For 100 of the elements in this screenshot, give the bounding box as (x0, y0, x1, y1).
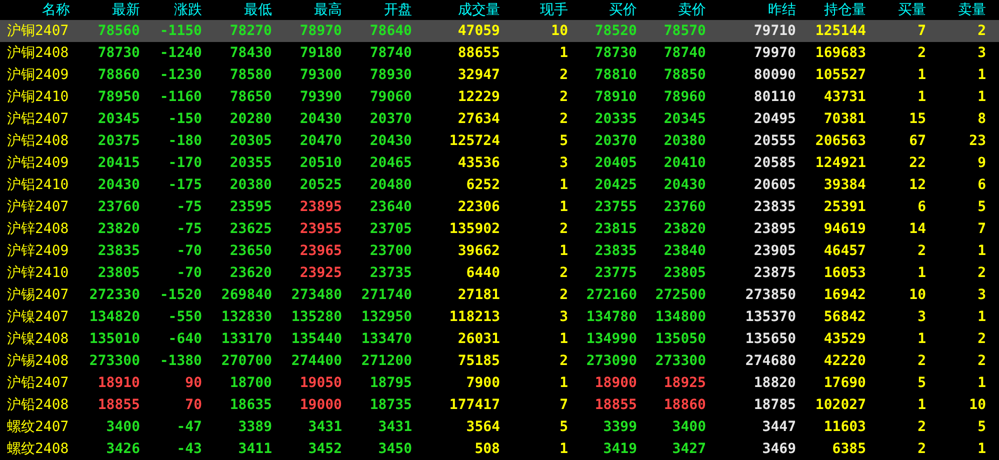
table-cell-text: 78430 (228, 46, 273, 60)
table-cell-text: 3431 (377, 420, 413, 434)
column-header[interactable]: 成交量 (414, 3, 502, 17)
table-cell-text: 3450 (377, 442, 413, 456)
table-cell-text: 78810 (594, 68, 638, 82)
column-header[interactable]: 最低 (204, 3, 274, 17)
table-cell-text: 23760 (96, 200, 141, 214)
column-header[interactable]: 卖价 (639, 3, 708, 17)
column-header[interactable]: 最新 (72, 3, 142, 17)
table-cell-text: 78910 (594, 90, 638, 104)
table-cell-text: 43536 (456, 156, 501, 170)
table-cell-text: 1 (916, 398, 927, 412)
table-cell-text: 273090 (585, 354, 638, 368)
table-cell-text: 23625 (228, 222, 273, 236)
table-cell-text: 9 (976, 156, 987, 170)
table-cell-text: 6 (976, 178, 987, 192)
table-cell-text: 272500 (654, 288, 707, 302)
column-header[interactable]: 最高 (274, 3, 344, 17)
table-cell-text: 47059 (456, 24, 501, 38)
column-header[interactable]: 买量 (868, 3, 928, 17)
table-cell-text: -550 (167, 310, 203, 324)
column-header[interactable]: 开盘 (344, 3, 414, 17)
table-cell-text: -43 (176, 442, 203, 456)
table-cell-text: 134780 (585, 310, 638, 324)
table-cell-text: 20425 (594, 178, 638, 192)
column-header[interactable]: 买价 (570, 3, 639, 17)
table-cell-text: 23755 (594, 200, 638, 214)
table-cell-text: 3 (558, 310, 569, 324)
table-cell-text: 1 (916, 68, 927, 82)
column-header[interactable]: 昨结 (708, 3, 798, 17)
table-cell-text: 273480 (290, 288, 343, 302)
table-cell-text: 23 (968, 134, 987, 148)
table-cell-text: 135650 (744, 332, 797, 346)
table-cell-text: 10 (550, 24, 569, 38)
contract-name: 沪锌2408 (6, 222, 70, 236)
table-cell-text: 3419 (602, 442, 638, 456)
table-cell-text: 508 (474, 442, 501, 456)
selected-row[interactable]: 沪铜2407 78560 -1150 78270 78970 78640 47059 10 78520 78570 79710 125144 7 2 (0, 20, 999, 42)
table-cell-text: 5 (976, 200, 987, 214)
table-cell-text: 5 (558, 420, 569, 434)
table-cell-text: 23895 (298, 200, 343, 214)
table-cell-text: 134800 (654, 310, 707, 324)
column-header[interactable]: 持仓量 (798, 3, 868, 17)
table-cell-text: 7 (916, 24, 927, 38)
table-cell-text: 20525 (298, 178, 343, 192)
table-cell-text: 18860 (662, 398, 707, 412)
table-cell-text: 274400 (290, 354, 343, 368)
table-cell-text: 1 (976, 310, 987, 324)
table-cell-text: 271200 (360, 354, 413, 368)
column-header[interactable]: 现手 (502, 3, 570, 17)
table-cell-text: 134990 (585, 332, 638, 346)
table-cell-text: 6252 (465, 178, 501, 192)
contract-name: 沪锌2410 (6, 266, 70, 280)
table-cell-text: -70 (176, 244, 203, 258)
table-cell-text: 39384 (822, 178, 867, 192)
table-cell-text: 5 (976, 420, 987, 434)
table-cell-text: 75185 (456, 354, 501, 368)
table-cell-text: 177417 (448, 398, 501, 412)
table-cell-text: 79180 (298, 46, 343, 60)
column-header[interactable]: 名称 (0, 3, 72, 17)
table-cell-text: 39662 (456, 244, 501, 258)
contract-name: 沪铅2407 (6, 376, 70, 390)
table-cell-text: 3411 (237, 442, 273, 456)
table-cell-text: 78740 (662, 46, 707, 60)
table-cell-text: -170 (167, 156, 203, 170)
table-cell-text: 11603 (822, 420, 867, 434)
table-cell-text: 43529 (822, 332, 867, 346)
table-cell-text: 3469 (761, 442, 797, 456)
contract-name: 沪铜2408 (6, 46, 70, 60)
table-cell-text: 23875 (752, 266, 797, 280)
contract-name: 沪铝2407 (6, 112, 70, 126)
table-cell-text: 78950 (96, 90, 141, 104)
contract-name: 沪镍2407 (6, 310, 70, 324)
contract-name: 螺纹2407 (6, 420, 70, 434)
table-cell-text: -1230 (158, 68, 203, 82)
table-cell-text: 5 (916, 376, 927, 390)
table-cell-text: 32947 (456, 68, 501, 82)
table-cell-text: -1380 (158, 354, 203, 368)
table-cell-text: 23620 (228, 266, 273, 280)
table-cell-text: 1 (916, 332, 927, 346)
table-cell-text: 78850 (662, 68, 707, 82)
table-cell-text: -1240 (158, 46, 203, 60)
table-cell-text: 56842 (822, 310, 867, 324)
table-cell-text: 7900 (465, 376, 501, 390)
contract-name: 螺纹2408 (6, 442, 70, 456)
contract-name: 沪锡2408 (6, 354, 70, 368)
table-cell-text: 23835 (594, 244, 638, 258)
table-cell-text: 1 (558, 332, 569, 346)
column-header[interactable]: 涨跌 (142, 3, 204, 17)
table-cell-text: 2 (976, 332, 987, 346)
table-cell-text: 20410 (662, 156, 707, 170)
table-cell-text: 78520 (594, 24, 638, 38)
column-header[interactable]: 卖量 (928, 3, 988, 17)
table-cell-text: 124921 (814, 156, 867, 170)
contract-name: 沪镍2408 (6, 332, 70, 346)
table-cell-text: 270700 (220, 354, 273, 368)
table-cell-text: 135370 (744, 310, 797, 324)
table-cell-text: 271740 (360, 288, 413, 302)
table-cell-text: 70381 (822, 112, 867, 126)
table-cell-text: 20380 (228, 178, 273, 192)
